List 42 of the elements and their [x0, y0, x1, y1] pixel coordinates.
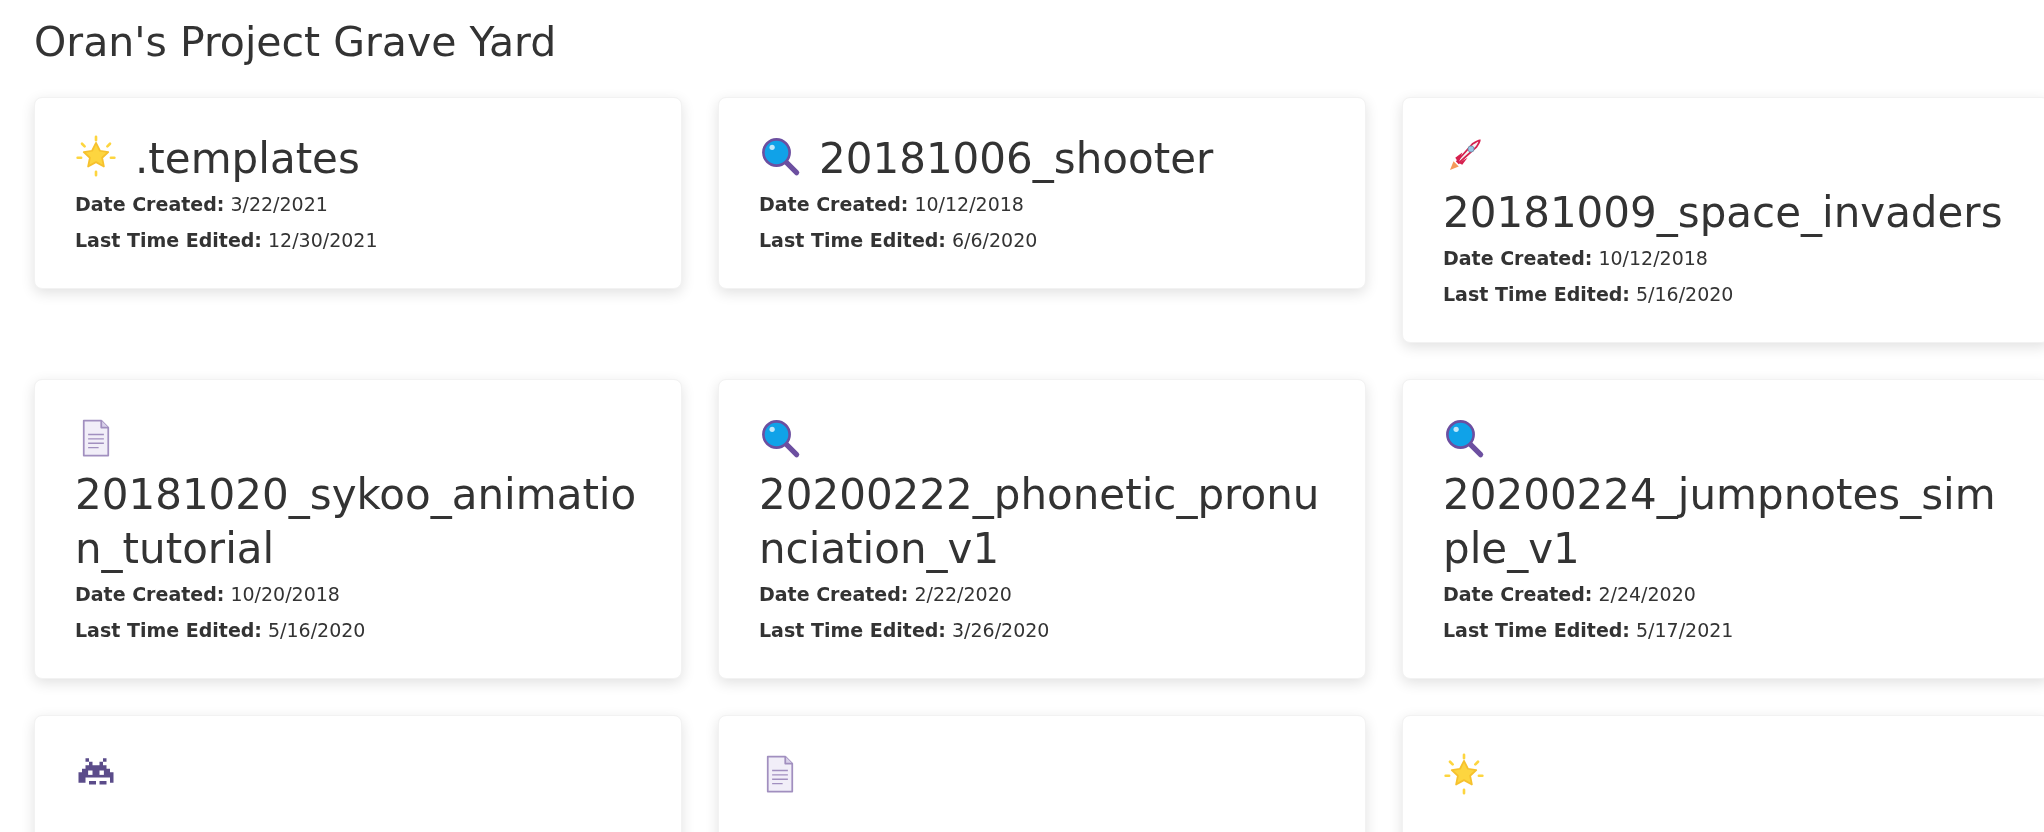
sparkle-star-icon — [75, 135, 117, 178]
field-label: Date Created: — [1443, 247, 1593, 270]
field-value: 5/16/2020 — [1636, 283, 1734, 306]
field-value: 2/24/2020 — [1598, 583, 1696, 606]
sparkle-star-icon — [1443, 753, 1485, 796]
field-value: 10/12/2018 — [1598, 247, 1708, 270]
field-label: Last Time Edited: — [75, 229, 262, 252]
field-label: Last Time Edited: — [75, 619, 262, 642]
field-label: Last Time Edited: — [759, 619, 946, 642]
field-label: Last Time Edited: — [1443, 283, 1630, 306]
field-value: 6/6/2020 — [952, 229, 1038, 252]
field-value: 3/22/2021 — [230, 193, 328, 216]
field-label: Date Created: — [75, 193, 225, 216]
project-name: 20181020_sykoo_animation_tutorial — [75, 470, 637, 574]
project-name: 20181009_space_invaders — [1443, 188, 2003, 238]
page-title: Oran's Project Grave Yard — [34, 18, 558, 68]
magnifier-icon — [1443, 417, 1485, 460]
field-value: 2/22/2020 — [914, 583, 1012, 606]
field-label: Date Created: — [759, 193, 909, 216]
field-value: 5/16/2020 — [268, 619, 366, 642]
project-name: 20200222_phonetic_pronunciation_v1 — [759, 470, 1320, 574]
project-card[interactable]: 20181006_shooter Date Created: 10/12/2018 Last Time Edited: 6/6/2020 — [718, 97, 1366, 290]
field-label: Last Time Edited: — [1443, 619, 1630, 642]
project-card[interactable]: 20200224_jumpnotes_simple_v1 Date Created: 2/24/2020 Last Time Edited: 5/17/2021 — [1402, 379, 2044, 680]
field-value: 10/12/2018 — [914, 193, 1024, 216]
field-value: 5/17/2021 — [1636, 619, 1734, 642]
project-card[interactable]: 20200222_phonetic_pronunciation_v1 Date Created: 2/22/2020 Last Time Edited: 3/26/2020 — [718, 379, 1366, 680]
project-card[interactable]: 20181020_sykoo_animation_tutorial Date Created: 10/20/2018 Last Time Edited: 5/16/2020 — [34, 379, 682, 680]
field-value: 3/26/2020 — [952, 619, 1050, 642]
project-card[interactable]: .templates Date Created: 3/22/2021 Last Time Edited: 12/30/2021 — [34, 97, 682, 290]
magnifier-icon — [759, 417, 801, 460]
project-card[interactable]: 20181009_space_invaders Date Created: 10/12/2018 Last Time Edited: 5/16/2020 — [1402, 97, 2044, 344]
field-label: Date Created: — [75, 583, 225, 606]
project-name: 20181006_shooter — [819, 134, 1214, 184]
project-name: .templates — [135, 134, 360, 184]
field-value: 10/20/2018 — [230, 583, 340, 606]
magnifier-icon — [759, 135, 801, 178]
field-label: Date Created: — [1443, 583, 1593, 606]
field-label: Date Created: — [759, 583, 909, 606]
field-label: Last Time Edited: — [759, 229, 946, 252]
project-name: 20200224_jumpnotes_simple_v1 — [1443, 470, 1996, 574]
field-value: 12/30/2021 — [268, 229, 378, 252]
